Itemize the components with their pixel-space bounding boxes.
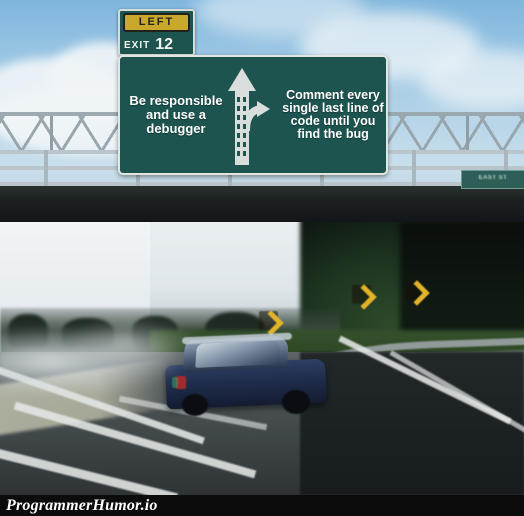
exit-word-label: EXIT [124, 39, 151, 51]
exit-number-label: 12 [155, 36, 174, 53]
split-arrow-icon [226, 61, 270, 169]
highway-sign-board: Be responsible and use a debugger Commen… [118, 55, 388, 175]
bottom-panel-road-scene: Programmers imgflip.com [0, 222, 524, 495]
footer-brand-label: ProgrammerHumor.io [6, 497, 158, 514]
car-wheel [182, 394, 208, 416]
sign-text-straight: Be responsible and use a debugger [129, 93, 223, 136]
car-window [195, 340, 281, 368]
top-panel-highway-sign: EAST ST WESTWOOD LEFT EXIT 12 Be respons… [0, 0, 524, 222]
tire-smoke [60, 318, 200, 370]
left-tab: LEFT [123, 13, 190, 32]
meme-image: EAST ST WESTWOOD LEFT EXIT 12 Be respons… [0, 0, 524, 516]
car-wheel [282, 390, 310, 414]
sign-text-ramp: Comment every single last line of code u… [282, 87, 384, 142]
footer-bar: ProgrammerHumor.io [0, 495, 524, 516]
bridge-deck [0, 186, 524, 222]
exit-plate: LEFT EXIT 12 [118, 9, 195, 56]
left-tab-label: LEFT [138, 16, 175, 28]
exit-row: EXIT 12 [124, 35, 194, 55]
distant-road-sign: EAST ST WESTWOOD [461, 170, 524, 189]
distant-road-sign-label: EAST ST WESTWOOD [478, 175, 508, 181]
